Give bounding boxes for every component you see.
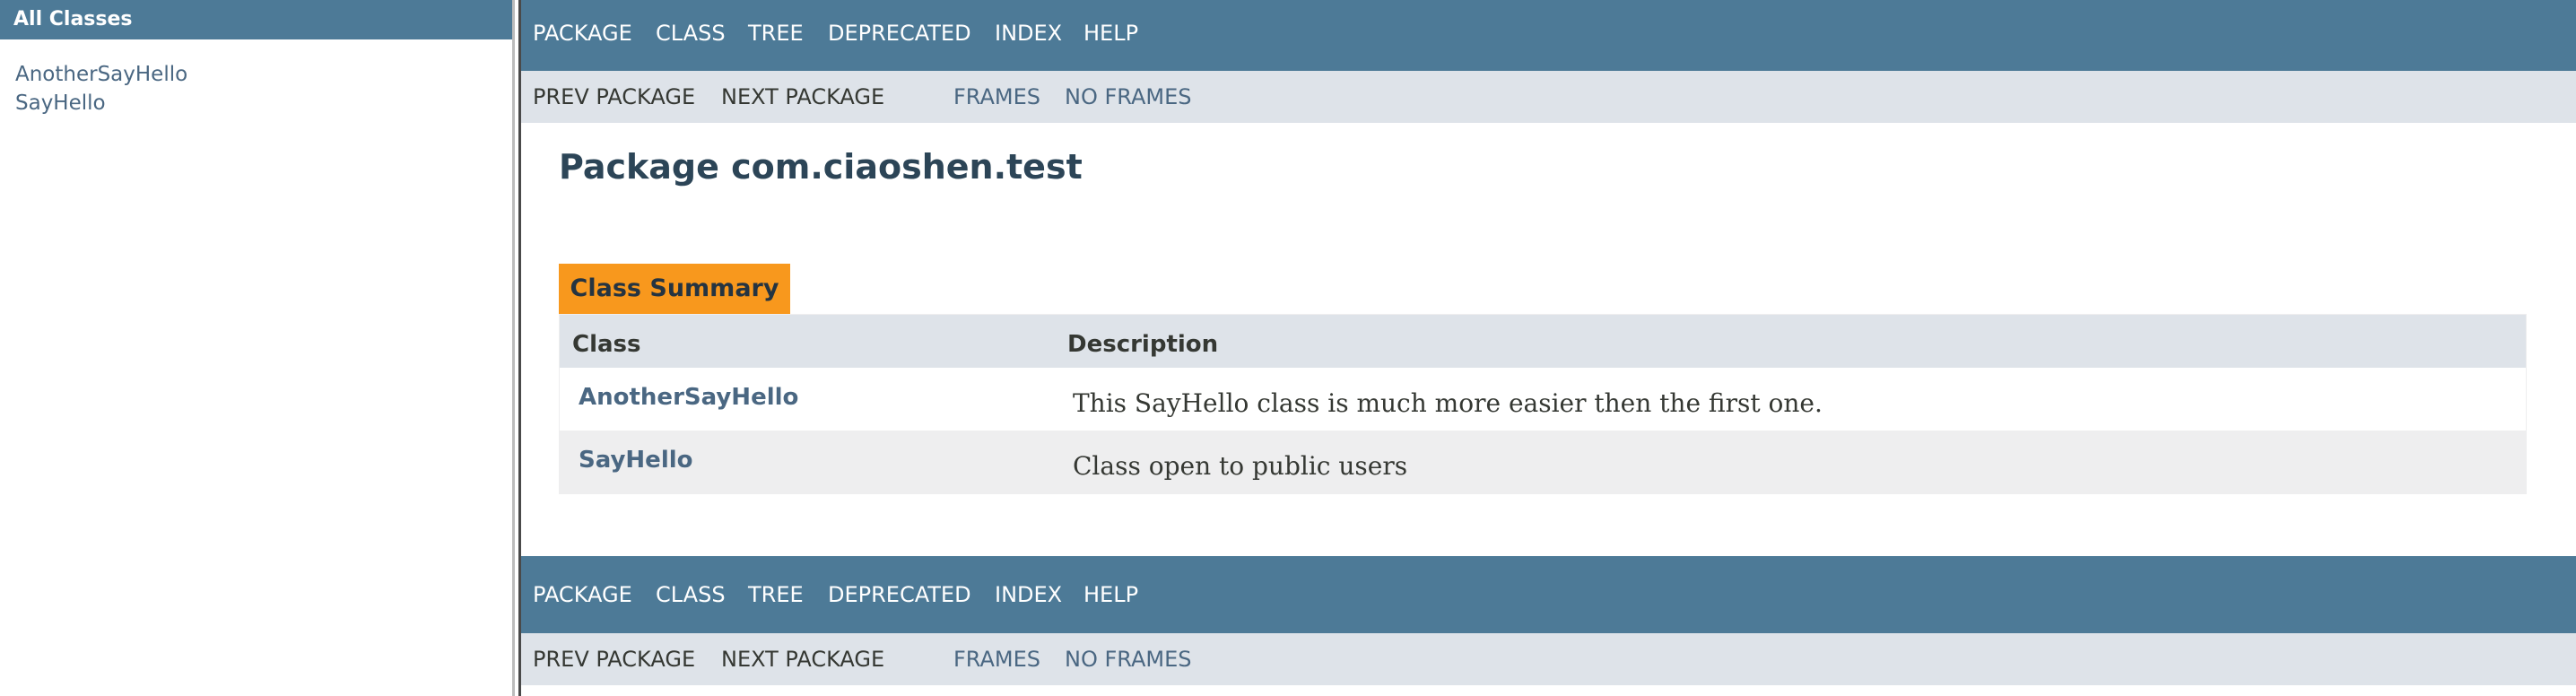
nav-package[interactable]: PACKAGE xyxy=(533,556,632,633)
table-row: SayHello Class open to public users xyxy=(560,431,2526,493)
nav-index[interactable]: INDEX xyxy=(995,0,1062,66)
nav-deprecated[interactable]: DEPRECATED xyxy=(828,556,971,633)
next-package-label: NEXT PACKAGE xyxy=(721,647,885,672)
no-frames-link[interactable]: NO FRAMES xyxy=(1065,71,1192,123)
class-description: Class open to public users xyxy=(1073,451,1408,481)
class-link-sayhello[interactable]: SayHello xyxy=(579,431,693,490)
all-classes-header: All Classes xyxy=(0,0,512,39)
nav-deprecated[interactable]: DEPRECATED xyxy=(828,0,971,66)
table-header: Class Description xyxy=(560,315,2526,368)
package-frame: PACKAGE CLASS TREE DEPRECATED INDEX HELP… xyxy=(521,0,2576,696)
nav-help[interactable]: HELP xyxy=(1083,0,1138,66)
class-link-anothersayhello[interactable]: AnotherSayHello xyxy=(15,60,187,89)
bottom-sub-nav: PREV PACKAGE NEXT PACKAGE FRAMES NO FRAM… xyxy=(521,633,2576,685)
no-frames-link[interactable]: NO FRAMES xyxy=(1065,633,1192,685)
all-classes-frame: All Classes AnotherSayHello SayHello xyxy=(0,0,512,696)
nav-package[interactable]: PACKAGE xyxy=(533,0,632,66)
frame-divider[interactable] xyxy=(512,0,521,696)
all-classes-list: AnotherSayHello SayHello xyxy=(15,60,187,117)
page-title: Package com.ciaoshen.test xyxy=(559,147,1083,187)
nav-tree[interactable]: TREE xyxy=(748,0,804,66)
column-header-class: Class xyxy=(572,331,641,358)
nav-index[interactable]: INDEX xyxy=(995,556,1062,633)
class-description: This SayHello class is much more easier … xyxy=(1073,388,1823,418)
top-sub-nav: PREV PACKAGE NEXT PACKAGE FRAMES NO FRAM… xyxy=(521,71,2576,123)
column-header-description: Description xyxy=(1067,331,1219,358)
nav-class[interactable]: CLASS xyxy=(656,0,726,66)
prev-package-label: PREV PACKAGE xyxy=(533,84,696,109)
class-link-sayhello[interactable]: SayHello xyxy=(15,89,187,117)
class-summary-caption: Class Summary xyxy=(559,264,790,314)
prev-package-label: PREV PACKAGE xyxy=(533,647,696,672)
frames-link[interactable]: FRAMES xyxy=(953,633,1040,685)
top-nav-bar: PACKAGE CLASS TREE DEPRECATED INDEX HELP xyxy=(521,0,2576,71)
nav-tree[interactable]: TREE xyxy=(748,556,804,633)
table-row: AnotherSayHello This SayHello class is m… xyxy=(560,368,2526,431)
class-summary-table: Class Description AnotherSayHello This S… xyxy=(559,314,2527,494)
nav-class[interactable]: CLASS xyxy=(656,556,726,633)
next-package-label: NEXT PACKAGE xyxy=(721,84,885,109)
nav-help[interactable]: HELP xyxy=(1083,556,1138,633)
bottom-nav-bar: PACKAGE CLASS TREE DEPRECATED INDEX HELP xyxy=(521,556,2576,633)
class-link-anothersayhello[interactable]: AnotherSayHello xyxy=(579,368,798,427)
frames-link[interactable]: FRAMES xyxy=(953,71,1040,123)
